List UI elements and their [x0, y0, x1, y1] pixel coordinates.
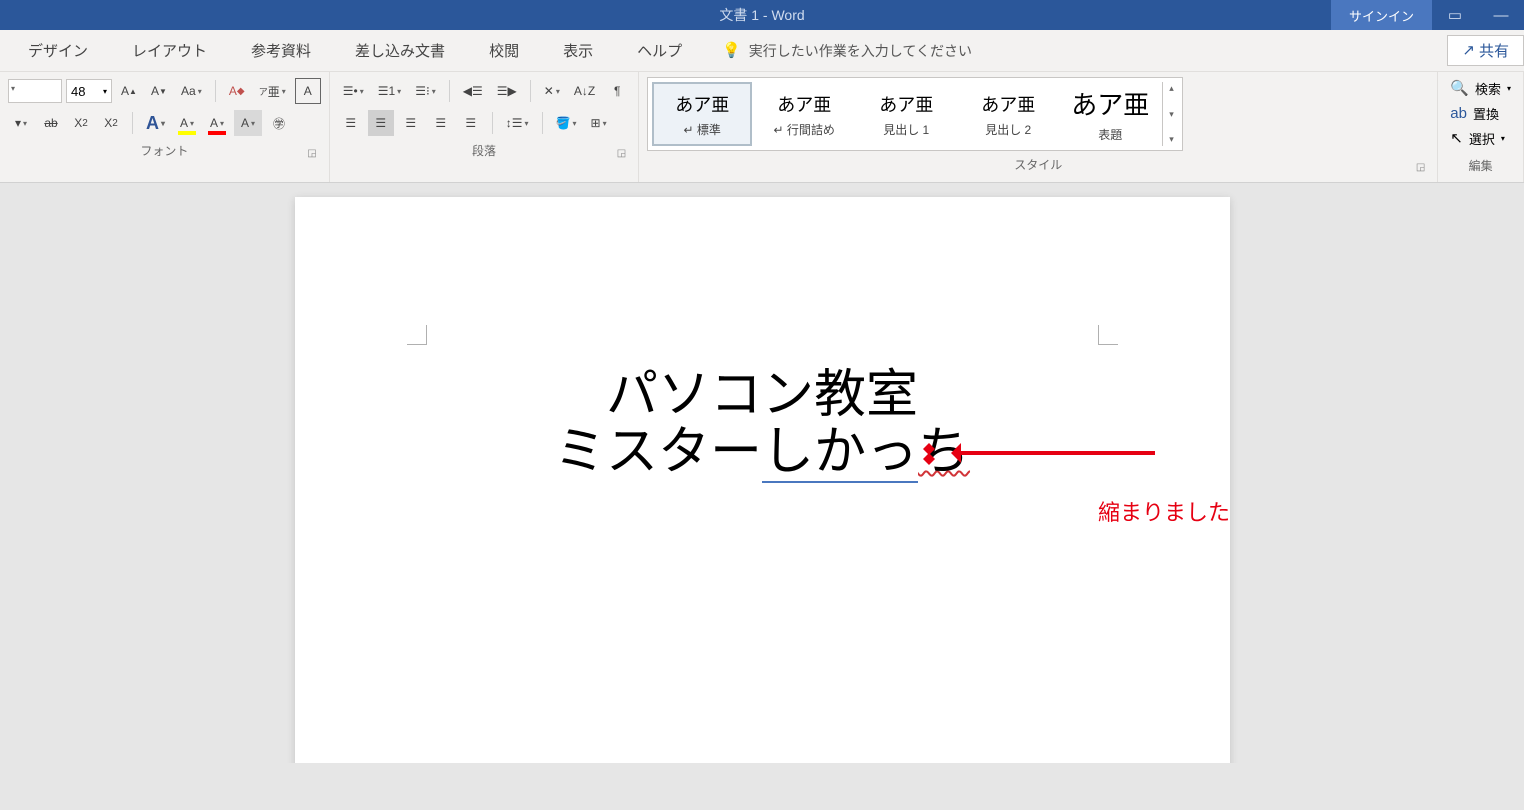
tell-me-search[interactable]: 💡 実行したい作業を入力してください — [708, 41, 972, 61]
replace-button[interactable]: ab 置換 — [1448, 101, 1513, 126]
select-button[interactable]: ↖ 選択 ▾ — [1448, 126, 1513, 151]
style-title[interactable]: あア亜 表題 — [1060, 82, 1160, 146]
styles-scroll-up-icon[interactable]: ▴ — [1165, 82, 1178, 95]
separator — [132, 112, 133, 134]
styles-group: あア亜 ↵ 標準 あア亜 ↵ 行間詰め あア亜 見出し 1 あア亜 見出し 2 … — [639, 72, 1438, 182]
character-shading-button[interactable]: A — [234, 110, 262, 136]
decrease-indent-button[interactable]: ◀☰ — [458, 78, 488, 104]
tab-review[interactable]: 校閲 — [471, 34, 537, 67]
shrink-font-button[interactable]: A▼ — [146, 78, 172, 104]
margin-mark-icon — [407, 325, 427, 345]
font-group: 48▾ A▲ A▼ Aa A◆ ア亜 A ▾ ab X2 X2 A A A A … — [0, 72, 330, 182]
asian-layout-button[interactable]: ✕ — [539, 78, 565, 104]
arrow-icon — [955, 451, 1155, 455]
font-color-button[interactable]: A — [204, 110, 230, 136]
center-button[interactable]: ☰ — [368, 110, 394, 136]
share-icon: ↗ — [1462, 43, 1475, 58]
title-bar: 文書 1 - Word サインイン ▭ — — [0, 0, 1524, 30]
character-border-button[interactable]: A — [295, 78, 321, 104]
shading-button[interactable]: 🪣 — [551, 110, 582, 136]
subscript-button[interactable]: X2 — [68, 110, 94, 136]
search-icon: 🔍 — [1450, 81, 1469, 96]
multilevel-list-button[interactable]: ☰⁝ — [410, 78, 441, 104]
line-spacing-button[interactable]: ↕☰ — [501, 110, 534, 136]
text-effects-button[interactable]: A — [141, 110, 170, 136]
borders-button[interactable]: ⊞ — [586, 110, 612, 136]
window-title: 文書 1 - Word — [719, 5, 804, 25]
cursor-icon: ↖ — [1450, 131, 1463, 146]
share-button[interactable]: ↗ 共有 — [1447, 35, 1524, 66]
superscript-button[interactable]: X2 — [98, 110, 124, 136]
margin-mark-icon — [1098, 325, 1118, 345]
dropdown-button[interactable]: ▾ — [8, 110, 34, 136]
show-marks-button[interactable]: ¶ — [604, 78, 630, 104]
minimize-icon[interactable]: — — [1478, 0, 1524, 30]
editing-group: 🔍 検索 ▾ ab 置換 ↖ 選択 ▾ 編集 — [1438, 72, 1524, 182]
enclose-characters-button[interactable]: ㊫ — [266, 110, 292, 136]
editing-group-label: 編集 — [1448, 151, 1513, 178]
tab-references[interactable]: 参考資料 — [233, 34, 329, 67]
distributed-button[interactable]: ☰ — [458, 110, 484, 136]
style-normal[interactable]: あア亜 ↵ 標準 — [652, 82, 752, 146]
grow-font-button[interactable]: A▲ — [116, 78, 142, 104]
replace-icon: ab — [1450, 106, 1467, 121]
separator — [542, 112, 543, 134]
font-name-combo[interactable] — [8, 79, 62, 103]
bullets-button[interactable]: ☰• — [338, 78, 369, 104]
bulb-icon: 💡 — [722, 43, 741, 58]
sort-button[interactable]: A↓Z — [569, 78, 600, 104]
annotation-handle-icon — [923, 443, 935, 465]
page[interactable]: パソコン教室 ミスターしかっち — [295, 197, 1230, 763]
styles-expand-icon[interactable]: ▾ — [1165, 133, 1178, 146]
font-dialog-launcher-icon[interactable]: ◲ — [307, 148, 316, 159]
highlight-button[interactable]: A — [174, 110, 200, 136]
increase-indent-button[interactable]: ☰▶ — [492, 78, 522, 104]
tab-mailings[interactable]: 差し込み文書 — [337, 34, 463, 67]
align-left-button[interactable]: ☰ — [338, 110, 364, 136]
change-case-button[interactable]: Aa — [176, 78, 207, 104]
find-button[interactable]: 🔍 検索 ▾ — [1448, 76, 1513, 101]
clear-formatting-button[interactable]: A◆ — [224, 78, 250, 104]
styles-gallery-scroll: ▴ ▾ ▾ — [1162, 82, 1178, 146]
document-body[interactable]: パソコン教室 ミスターしかっち — [295, 367, 1230, 481]
font-group-label: フォント ◲ — [8, 136, 321, 163]
ribbon-display-icon[interactable]: ▭ — [1432, 0, 1478, 30]
tab-design[interactable]: デザイン — [10, 34, 106, 67]
doc-line-1[interactable]: パソコン教室 — [295, 367, 1230, 424]
styles-group-label: スタイル ◲ — [647, 150, 1429, 177]
style-heading1[interactable]: あア亜 見出し 1 — [856, 82, 956, 146]
strikethrough-button[interactable]: ab — [38, 110, 64, 136]
phonetic-guide-button[interactable]: ア亜 — [254, 78, 291, 104]
numbering-button[interactable]: ☰1 — [373, 78, 406, 104]
share-label: 共有 — [1479, 40, 1509, 61]
font-size-combo[interactable]: 48▾ — [66, 79, 112, 103]
tab-view[interactable]: 表示 — [545, 34, 611, 67]
paragraph-group: ☰• ☰1 ☰⁝ ◀☰ ☰▶ ✕ A↓Z ¶ ☰ ☰ ☰ ☰ ☰ ↕☰ 🪣 — [330, 72, 639, 182]
annotation-text: 縮まりました — [1098, 495, 1230, 527]
titlebar-right: サインイン ▭ — — [1331, 0, 1524, 30]
align-right-button[interactable]: ☰ — [398, 110, 424, 136]
styles-gallery: あア亜 ↵ 標準 あア亜 ↵ 行間詰め あア亜 見出し 1 あア亜 見出し 2 … — [647, 77, 1183, 151]
separator — [492, 112, 493, 134]
ribbon: 48▾ A▲ A▼ Aa A◆ ア亜 A ▾ ab X2 X2 A A A A … — [0, 72, 1524, 183]
styles-dialog-launcher-icon[interactable]: ◲ — [1416, 162, 1425, 173]
paragraph-group-label: 段落 ◲ — [338, 136, 630, 163]
tab-help[interactable]: ヘルプ — [619, 34, 700, 67]
separator — [530, 80, 531, 102]
style-nospacing[interactable]: あア亜 ↵ 行間詰め — [754, 82, 854, 146]
styles-scroll-down-icon[interactable]: ▾ — [1165, 108, 1178, 121]
ribbon-tabs: デザイン レイアウト 参考資料 差し込み文書 校閲 表示 ヘルプ 💡 実行したい… — [0, 30, 1524, 72]
justify-button[interactable]: ☰ — [428, 110, 454, 136]
signin-button[interactable]: サインイン — [1331, 0, 1432, 30]
tell-me-placeholder: 実行したい作業を入力してください — [749, 41, 972, 61]
separator — [449, 80, 450, 102]
annotation — [955, 451, 1155, 455]
style-heading2[interactable]: あア亜 見出し 2 — [958, 82, 1058, 146]
separator — [215, 80, 216, 102]
paragraph-dialog-launcher-icon[interactable]: ◲ — [617, 148, 626, 159]
tab-layout[interactable]: レイアウト — [114, 34, 225, 67]
document-canvas[interactable]: パソコン教室 ミスターしかっち 縮まりました — [0, 183, 1524, 763]
